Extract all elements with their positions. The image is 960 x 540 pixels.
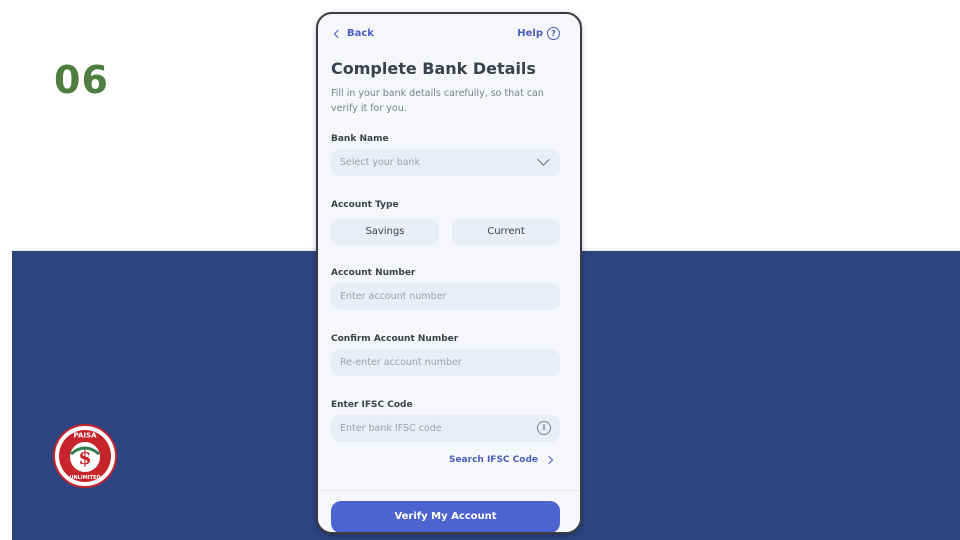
bank-name-placeholder: Select your bank <box>340 157 421 168</box>
help-icon: ? <box>547 27 560 40</box>
back-label: Back <box>347 28 374 39</box>
account-type-label: Account Type <box>331 200 399 210</box>
info-icon[interactable]: i <box>537 421 551 435</box>
page-subtitle: Fill in your bank details carefully, so … <box>331 88 544 114</box>
slide-number: 06 <box>54 58 109 102</box>
back-button[interactable]: Back <box>333 28 374 39</box>
account-number-input[interactable]: Enter account number <box>331 283 560 310</box>
chevron-left-icon <box>333 29 343 38</box>
help-button[interactable]: Help ? <box>517 27 560 40</box>
account-number-label: Account Number <box>331 268 416 278</box>
phone-frame: Back Help ? Complete Bank Details Fill i… <box>316 12 582 534</box>
verify-account-button[interactable]: Verify My Account <box>331 501 560 532</box>
bank-name-select[interactable]: Select your bank <box>331 149 560 176</box>
confirm-account-input[interactable]: Re-enter account number <box>331 349 560 376</box>
logo-bottom-text: UNLIMITED <box>69 475 100 481</box>
page-title: Complete Bank Details <box>331 59 536 78</box>
ifsc-label: Enter IFSC Code <box>331 400 413 410</box>
search-ifsc-link[interactable]: Search IFSC Code <box>448 455 554 465</box>
bank-name-label: Bank Name <box>331 134 389 144</box>
bank-details-screen: Back Help ? Complete Bank Details Fill i… <box>318 14 580 532</box>
account-number-placeholder: Enter account number <box>340 291 447 302</box>
search-ifsc-label: Search IFSC Code <box>448 455 538 465</box>
confirm-account-placeholder: Re-enter account number <box>340 357 462 368</box>
confirm-account-label: Confirm Account Number <box>331 334 459 344</box>
paisa-logo: PAISA $ UNLIMITED <box>53 424 117 488</box>
account-type-current-button[interactable]: Current <box>452 219 560 245</box>
chevron-down-icon <box>537 153 550 166</box>
logo-symbol: $ <box>78 447 91 469</box>
help-label: Help <box>517 28 543 39</box>
account-type-savings-button[interactable]: Savings <box>331 219 439 245</box>
chevron-right-icon <box>544 455 554 465</box>
logo-top-text: PAISA <box>74 432 98 440</box>
ifsc-input[interactable]: Enter bank IFSC code i <box>331 415 560 442</box>
ifsc-placeholder: Enter bank IFSC code <box>340 423 442 434</box>
